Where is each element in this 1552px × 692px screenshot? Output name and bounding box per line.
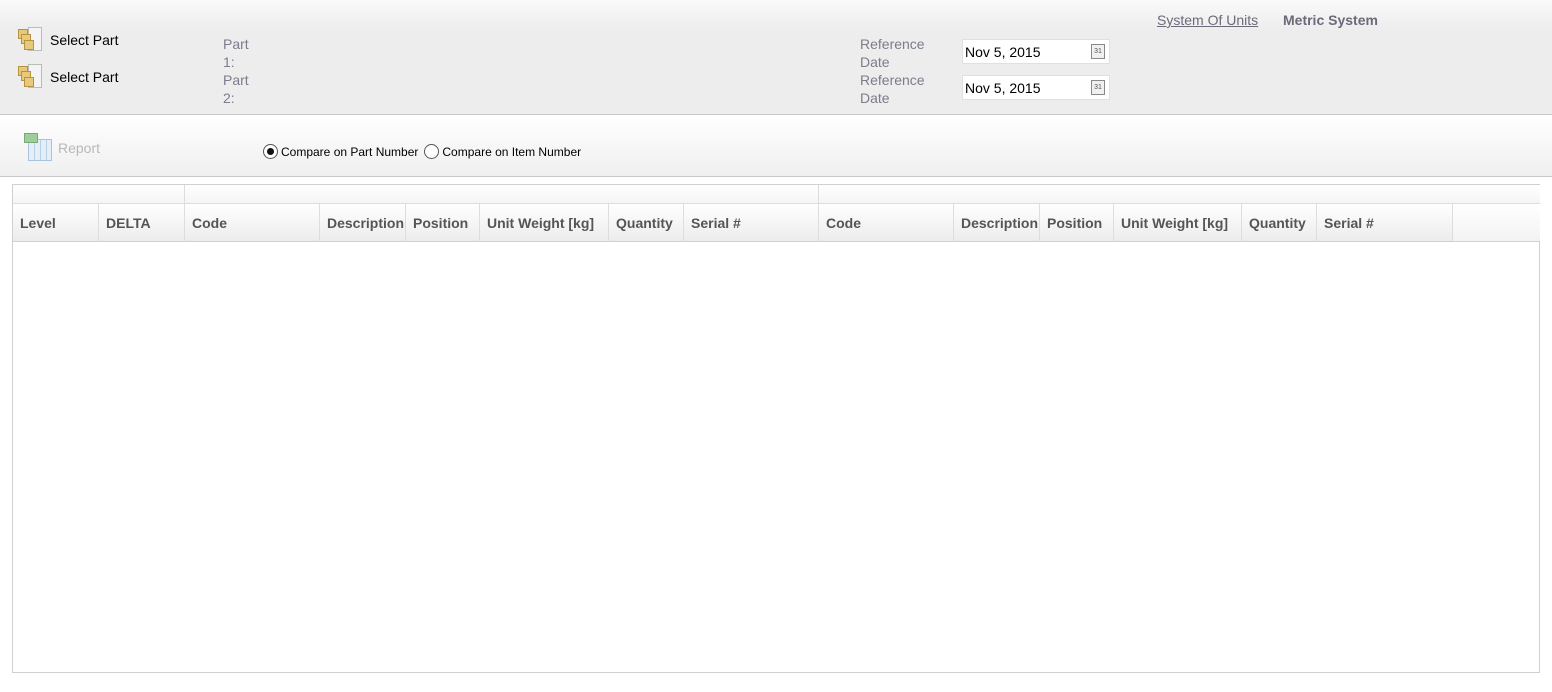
compare-part-number-radio[interactable]: Compare on Part Number: [263, 144, 418, 159]
column-header-quantity-2[interactable]: Quantity: [1242, 204, 1317, 242]
calendar-icon[interactable]: 31: [1091, 44, 1105, 59]
toolbar: [0, 115, 1552, 177]
column-header-position-2[interactable]: Position: [1040, 204, 1114, 242]
group-header-common: [13, 185, 185, 204]
column-header-quantity[interactable]: Quantity: [609, 204, 684, 242]
select-part-2-label: Select Part: [50, 69, 119, 85]
column-header-serial-2[interactable]: Serial #: [1317, 204, 1453, 242]
reference-date-label-2: Reference Date: [860, 72, 925, 106]
report-label: Report: [58, 140, 101, 156]
reference-date-value-2: Nov 5, 2015: [965, 80, 1041, 96]
column-header-filler: [1453, 204, 1540, 242]
reference-date-label-1: Reference Date: [860, 36, 925, 70]
column-header-level[interactable]: Level: [13, 204, 99, 242]
part-1-label: Part 1:: [223, 36, 249, 70]
compare-part-label: Compare on Part Number: [281, 144, 419, 159]
reference-date-input-2[interactable]: Nov 5, 2015 31: [962, 75, 1110, 100]
column-header-unit-weight-2[interactable]: Unit Weight [kg]: [1114, 204, 1242, 242]
column-header-description[interactable]: Description: [320, 204, 406, 242]
reference-date-value-1: Nov 5, 2015: [965, 44, 1041, 60]
system-of-units-link[interactable]: System Of Units: [1157, 12, 1258, 28]
column-header-code[interactable]: Code: [185, 204, 320, 242]
column-header-code-2[interactable]: Code: [819, 204, 954, 242]
system-of-units-value: Metric System: [1283, 12, 1378, 28]
column-header-unit-weight[interactable]: Unit Weight [kg]: [480, 204, 609, 242]
column-header-delta[interactable]: DELTA: [99, 204, 185, 242]
header-panel: Select Part Select Part Part 1: Part 2: …: [0, 0, 1552, 115]
column-header-position[interactable]: Position: [406, 204, 480, 242]
group-header-part-1: [185, 185, 819, 204]
radio-empty-icon: [424, 144, 440, 159]
report-button[interactable]: Report: [24, 133, 100, 163]
parts-icon: [16, 25, 46, 55]
compare-item-number-radio[interactable]: Compare on Item Number: [424, 144, 581, 159]
reference-date-input-1[interactable]: Nov 5, 2015 31: [962, 39, 1110, 64]
select-part-2-button[interactable]: Select Part: [16, 62, 118, 92]
parts-icon: [16, 62, 46, 92]
group-header-part-2: [819, 185, 1540, 204]
compare-item-label: Compare on Item Number: [442, 144, 582, 159]
column-header-serial[interactable]: Serial #: [684, 204, 819, 242]
radio-selected-icon: [263, 144, 278, 159]
select-part-1-label: Select Part: [50, 32, 119, 48]
comparison-table: Level DELTA Code Description Position Un…: [12, 184, 1540, 673]
column-header-description-2[interactable]: Description: [954, 204, 1040, 242]
select-part-1-button[interactable]: Select Part: [16, 25, 118, 55]
spreadsheet-icon: [24, 133, 54, 163]
part-2-label: Part 2:: [223, 72, 249, 106]
calendar-icon[interactable]: 31: [1091, 80, 1105, 95]
